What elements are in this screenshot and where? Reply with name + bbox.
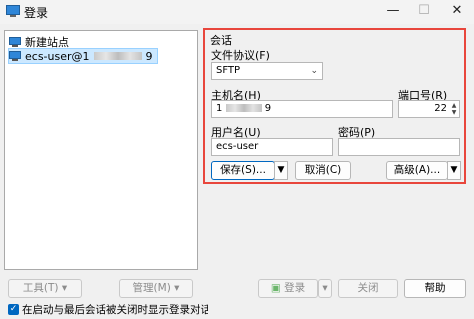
checkbox-label: 在启动与最后会话被关闭时显示登录对话框(S (22, 304, 208, 316)
tree-item-label-suffix: 9 (145, 49, 153, 63)
tree-item-saved-site[interactable]: ecs-user@1 9 (8, 48, 158, 64)
close-button[interactable]: 关闭 (338, 279, 398, 298)
host-value-suffix: 9 (264, 103, 272, 114)
port-value: 22 (434, 103, 447, 114)
redacted-blur (225, 104, 262, 112)
host-value-prefix: 1 (216, 103, 223, 114)
chevron-down-icon: ⌄ (310, 66, 318, 76)
spinner-arrows-icon[interactable]: ▲ ▼ (450, 102, 458, 116)
redacted-blur (93, 52, 142, 60)
help-button[interactable]: 帮助 (404, 279, 466, 298)
manage-button[interactable]: 管理(M) ▾ (119, 279, 193, 298)
save-button[interactable]: 保存(S)... (211, 161, 275, 180)
window-title: 登录 (24, 6, 49, 20)
session-group-label: 会话 (210, 34, 232, 47)
tree-item-label-prefix: ecs-user@1 (25, 49, 90, 63)
username-input[interactable]: ecs-user (211, 138, 333, 156)
title-bar: 登录 — ☐ ✕ (0, 0, 474, 24)
winscp-app-icon (6, 5, 20, 17)
protocol-value: SFTP (216, 65, 241, 76)
port-input[interactable]: 22 ▲ ▼ (398, 100, 460, 118)
site-tree[interactable]: 新建站点 ecs-user@1 9 (4, 30, 198, 270)
login-dropdown-arrow[interactable]: ▾ (318, 279, 332, 298)
show-login-dialog-checkbox[interactable]: ✓ 在启动与最后会话被关闭时显示登录对话框(S (8, 302, 208, 317)
username-value: ecs-user (216, 141, 259, 152)
login-button-label: 登录 (284, 282, 306, 294)
session-panel: 会话 文件协议(F) SFTP ⌄ 主机名(H) 1 9 端口号(R) 22 ▲… (203, 28, 466, 184)
login-button[interactable]: ▣ 登录 (258, 279, 318, 298)
maximize-button[interactable]: ☐ (415, 3, 433, 19)
login-icon: ▣ (270, 282, 281, 294)
tree-item-new-site[interactable]: 新建站点 (9, 35, 69, 49)
computer-icon (9, 37, 21, 47)
close-window-button[interactable]: ✕ (448, 3, 466, 19)
protocol-select[interactable]: SFTP ⌄ (211, 62, 323, 80)
tools-button[interactable]: 工具(T) ▾ (8, 279, 82, 298)
advanced-button[interactable]: 高级(A)... (386, 161, 448, 180)
host-input[interactable]: 1 9 (211, 100, 393, 118)
password-input[interactable] (338, 138, 460, 156)
advanced-dropdown-arrow[interactable]: ▼ (447, 161, 461, 180)
checkmark-icon[interactable]: ✓ (8, 304, 19, 315)
chevron-down-icon: ▾ (61, 282, 68, 294)
save-dropdown-arrow[interactable]: ▼ (274, 161, 288, 180)
computer-icon (9, 51, 21, 61)
chevron-down-icon: ▾ (174, 282, 180, 294)
protocol-label: 文件协议(F) (211, 49, 270, 62)
cancel-button[interactable]: 取消(C) (295, 161, 351, 180)
manage-button-label: 管理(M) (132, 282, 171, 294)
minimize-button[interactable]: — (384, 3, 402, 19)
tools-button-label: 工具(T) (22, 282, 59, 294)
